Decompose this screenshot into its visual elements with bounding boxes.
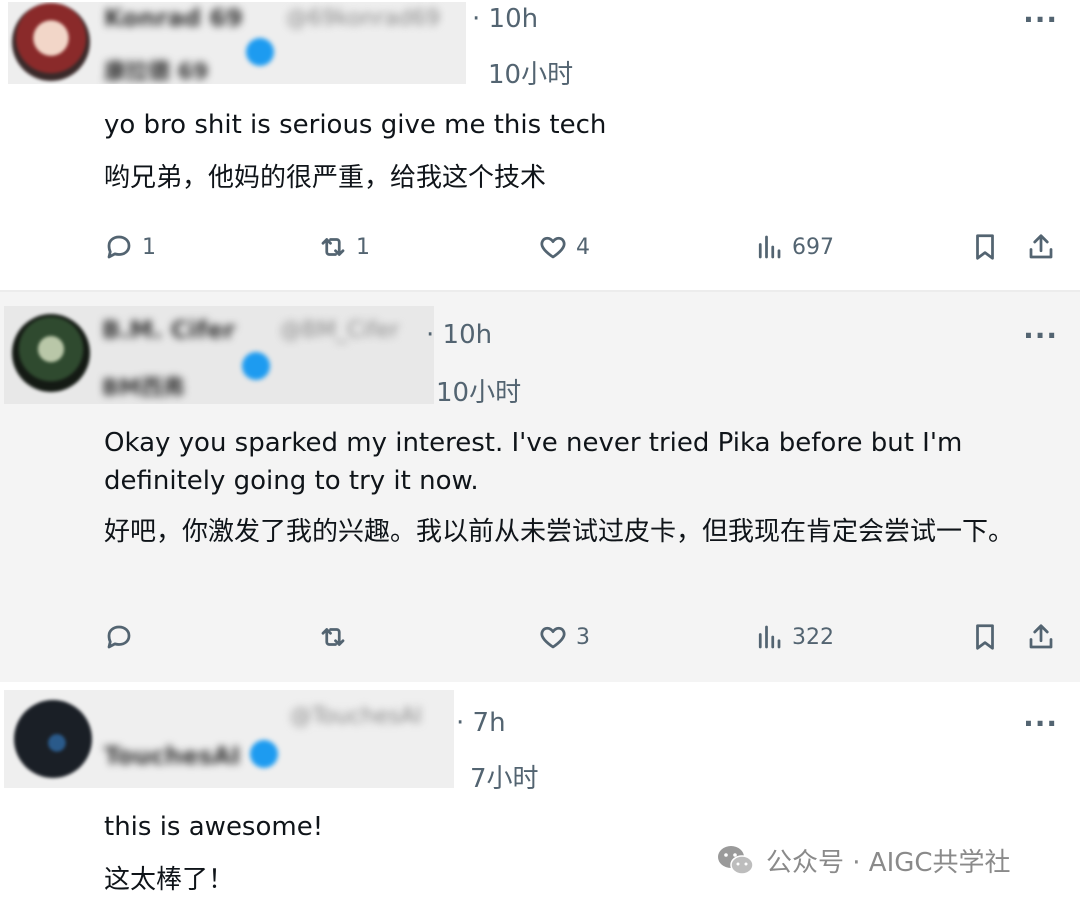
bookmark-button[interactable] bbox=[970, 622, 1000, 652]
bookmark-button[interactable] bbox=[970, 232, 1000, 262]
like-button[interactable]: 4 bbox=[538, 232, 590, 262]
views-icon bbox=[758, 235, 781, 259]
repost-icon bbox=[321, 238, 345, 256]
wechat-icon bbox=[718, 845, 754, 875]
reply-icon bbox=[107, 235, 131, 259]
bookmark-icon bbox=[976, 234, 994, 260]
post-text-zh: 哟兄弟，他妈的很严重，给我这个技术 bbox=[104, 163, 547, 193]
like-icon bbox=[540, 236, 566, 259]
verified-icon bbox=[250, 740, 278, 768]
avatar[interactable] bbox=[12, 314, 90, 392]
post-text-en: this is awesome! bbox=[104, 812, 324, 842]
share-button[interactable] bbox=[1026, 232, 1056, 262]
reply-count: 1 bbox=[142, 234, 156, 260]
author-handle[interactable]: @69konrad69 bbox=[286, 6, 440, 31]
post-time[interactable]: · 7h bbox=[456, 708, 506, 738]
more-icon[interactable]: ··· bbox=[1023, 322, 1058, 350]
share-icon bbox=[1029, 624, 1053, 649]
views-count: 697 bbox=[792, 234, 834, 260]
watermark: 公众号 · AIGC共学社 bbox=[716, 842, 1011, 879]
post-2: B.M. Cifer @BM_Cifer BM西弗 · 10h 10小时 ···… bbox=[0, 290, 1080, 682]
repost-button[interactable]: 1 bbox=[318, 232, 370, 262]
author-card-blurred[interactable]: Konrad 69 @69konrad69 康拉德 69 bbox=[8, 2, 466, 84]
repost-icon bbox=[321, 628, 345, 646]
views-count: 322 bbox=[792, 624, 834, 650]
share-icon bbox=[1029, 234, 1053, 259]
author-handle[interactable]: @BM_Cifer bbox=[280, 318, 399, 343]
bookmark-icon bbox=[976, 624, 994, 650]
post-time[interactable]: · 10h bbox=[426, 320, 492, 350]
avatar[interactable] bbox=[14, 700, 92, 778]
share-button[interactable] bbox=[1026, 622, 1056, 652]
post-time-cn: 10小时 bbox=[488, 60, 574, 90]
views-button[interactable]: 322 bbox=[754, 622, 834, 652]
like-count: 3 bbox=[576, 624, 590, 650]
author-name[interactable]: B.M. Cifer bbox=[102, 316, 235, 344]
avatar[interactable] bbox=[12, 3, 90, 81]
action-bar: 3 322 bbox=[0, 622, 1080, 662]
author-card-blurred[interactable]: @TouchesAI TouchesAI bbox=[4, 690, 454, 788]
like-button[interactable]: 3 bbox=[538, 622, 590, 652]
reply-icon bbox=[107, 625, 131, 649]
watermark-text: 公众号 · AIGC共学社 bbox=[766, 848, 1011, 878]
action-bar: 1 1 4 697 bbox=[0, 232, 1080, 272]
post-time-cn: 7小时 bbox=[470, 764, 539, 794]
repost-count: 1 bbox=[356, 234, 370, 260]
post-1: Konrad 69 @69konrad69 康拉德 69 · 10h 10小时 … bbox=[0, 0, 1080, 290]
author-card-blurred[interactable]: B.M. Cifer @BM_Cifer BM西弗 bbox=[4, 306, 434, 404]
post-text-en: Okay you sparked my interest. I've never… bbox=[104, 428, 963, 496]
author-name[interactable]: Konrad 69 bbox=[104, 4, 243, 32]
views-icon bbox=[758, 625, 781, 649]
views-button[interactable]: 697 bbox=[754, 232, 834, 262]
more-icon[interactable]: ··· bbox=[1023, 6, 1058, 34]
post-text-zh: 好吧，你激发了我的兴趣。我以前从未尝试过皮卡，但我现在肯定会尝试一下。 bbox=[104, 517, 1015, 547]
author-cn-name: BM西弗 bbox=[102, 376, 185, 401]
verified-icon bbox=[246, 38, 274, 66]
post-time-cn: 10小时 bbox=[436, 378, 522, 408]
repost-button[interactable] bbox=[318, 622, 356, 652]
reply-button[interactable] bbox=[104, 622, 142, 652]
more-icon[interactable]: ··· bbox=[1023, 710, 1058, 738]
author-handle[interactable]: @TouchesAI bbox=[290, 704, 422, 729]
reply-button[interactable]: 1 bbox=[104, 232, 156, 262]
post-text-en: yo bro shit is serious give me this tech bbox=[104, 110, 607, 140]
verified-icon bbox=[242, 352, 270, 380]
author-cn-name: 康拉德 69 bbox=[104, 60, 209, 84]
like-count: 4 bbox=[576, 234, 590, 260]
like-icon bbox=[540, 626, 566, 649]
post-time[interactable]: · 10h bbox=[472, 4, 538, 34]
author-name[interactable]: TouchesAI bbox=[104, 742, 240, 770]
